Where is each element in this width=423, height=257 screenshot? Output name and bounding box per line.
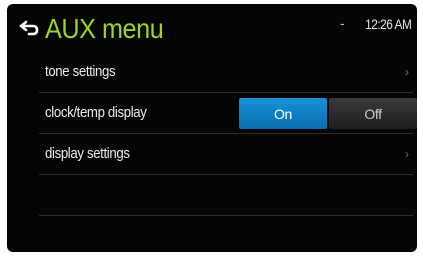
menu-item-tone-settings[interactable]: tone settings ›	[39, 52, 413, 93]
menu-item-label: display settings	[45, 145, 130, 162]
toggle-off-button[interactable]: Off	[329, 98, 417, 129]
menu-item-empty	[39, 175, 413, 216]
clock: 12:26 AM	[364, 16, 412, 32]
menu-item-label: clock/temp display	[45, 104, 147, 121]
menu-item-clock-temp-display: clock/temp display On Off	[39, 93, 417, 134]
menu-item-display-settings[interactable]: display settings ›	[39, 134, 413, 175]
menu-item-label: tone settings	[45, 63, 116, 80]
page-title: AUX menu	[45, 13, 164, 44]
aux-menu-screen: AUX menu - 12:26 AM tone settings › cloc…	[7, 4, 417, 252]
back-arrow-icon[interactable]	[19, 20, 39, 36]
status-indicator: -	[340, 15, 345, 31]
menu-item-empty	[39, 216, 413, 252]
chevron-right-icon: ›	[405, 147, 409, 161]
clock-temp-toggle: On Off	[239, 98, 417, 129]
toggle-on-button[interactable]: On	[239, 98, 327, 129]
chevron-right-icon: ›	[405, 65, 409, 79]
menu-list: tone settings › clock/temp display On Of…	[39, 52, 417, 252]
